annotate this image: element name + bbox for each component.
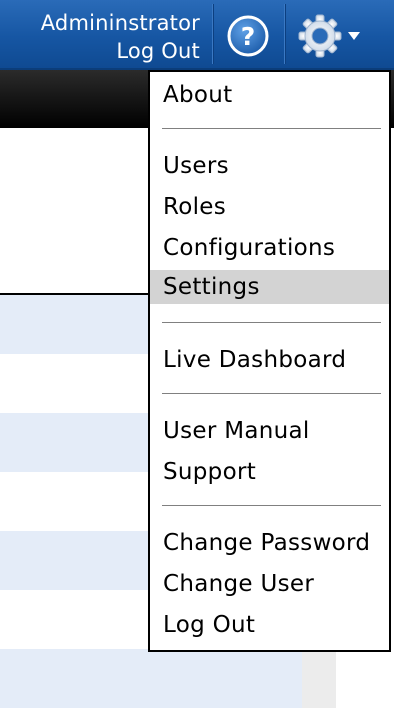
menu-item-log-out[interactable]: Log Out <box>150 608 389 642</box>
scrollbar-track[interactable] <box>302 652 336 708</box>
menu-item-change-password[interactable]: Change Password <box>150 526 389 560</box>
header-separator <box>284 4 286 64</box>
menu-item-configurations[interactable]: Configurations <box>150 231 389 265</box>
table-row[interactable] <box>0 649 302 708</box>
svg-text:?: ? <box>241 22 256 51</box>
settings-menu-button[interactable] <box>296 12 366 60</box>
menu-item-user-manual[interactable]: User Manual <box>150 414 389 448</box>
settings-dropdown-menu: About Users Roles Configurations Setting… <box>148 70 391 652</box>
menu-separator <box>162 128 381 129</box>
user-block: Admininstrator Log Out <box>41 9 200 65</box>
app-header: Admininstrator Log Out ? <box>0 0 394 70</box>
menu-separator <box>162 393 381 394</box>
header-logout-link[interactable]: Log Out <box>41 37 200 65</box>
menu-item-users[interactable]: Users <box>150 149 389 183</box>
menu-item-change-user[interactable]: Change User <box>150 567 389 601</box>
menu-separator <box>162 505 381 506</box>
menu-separator <box>162 322 381 323</box>
help-icon: ? <box>227 15 269 57</box>
menu-item-support[interactable]: Support <box>150 455 389 489</box>
header-separator <box>212 4 214 64</box>
gear-icon <box>298 14 360 58</box>
help-button[interactable]: ? <box>226 14 270 58</box>
menu-item-settings[interactable]: Settings <box>150 270 389 304</box>
caret-down-icon <box>348 32 360 40</box>
menu-item-roles[interactable]: Roles <box>150 190 389 224</box>
menu-item-live-dashboard[interactable]: Live Dashboard <box>150 343 389 377</box>
menu-item-about[interactable]: About <box>150 78 389 112</box>
user-name: Admininstrator <box>40 11 200 35</box>
